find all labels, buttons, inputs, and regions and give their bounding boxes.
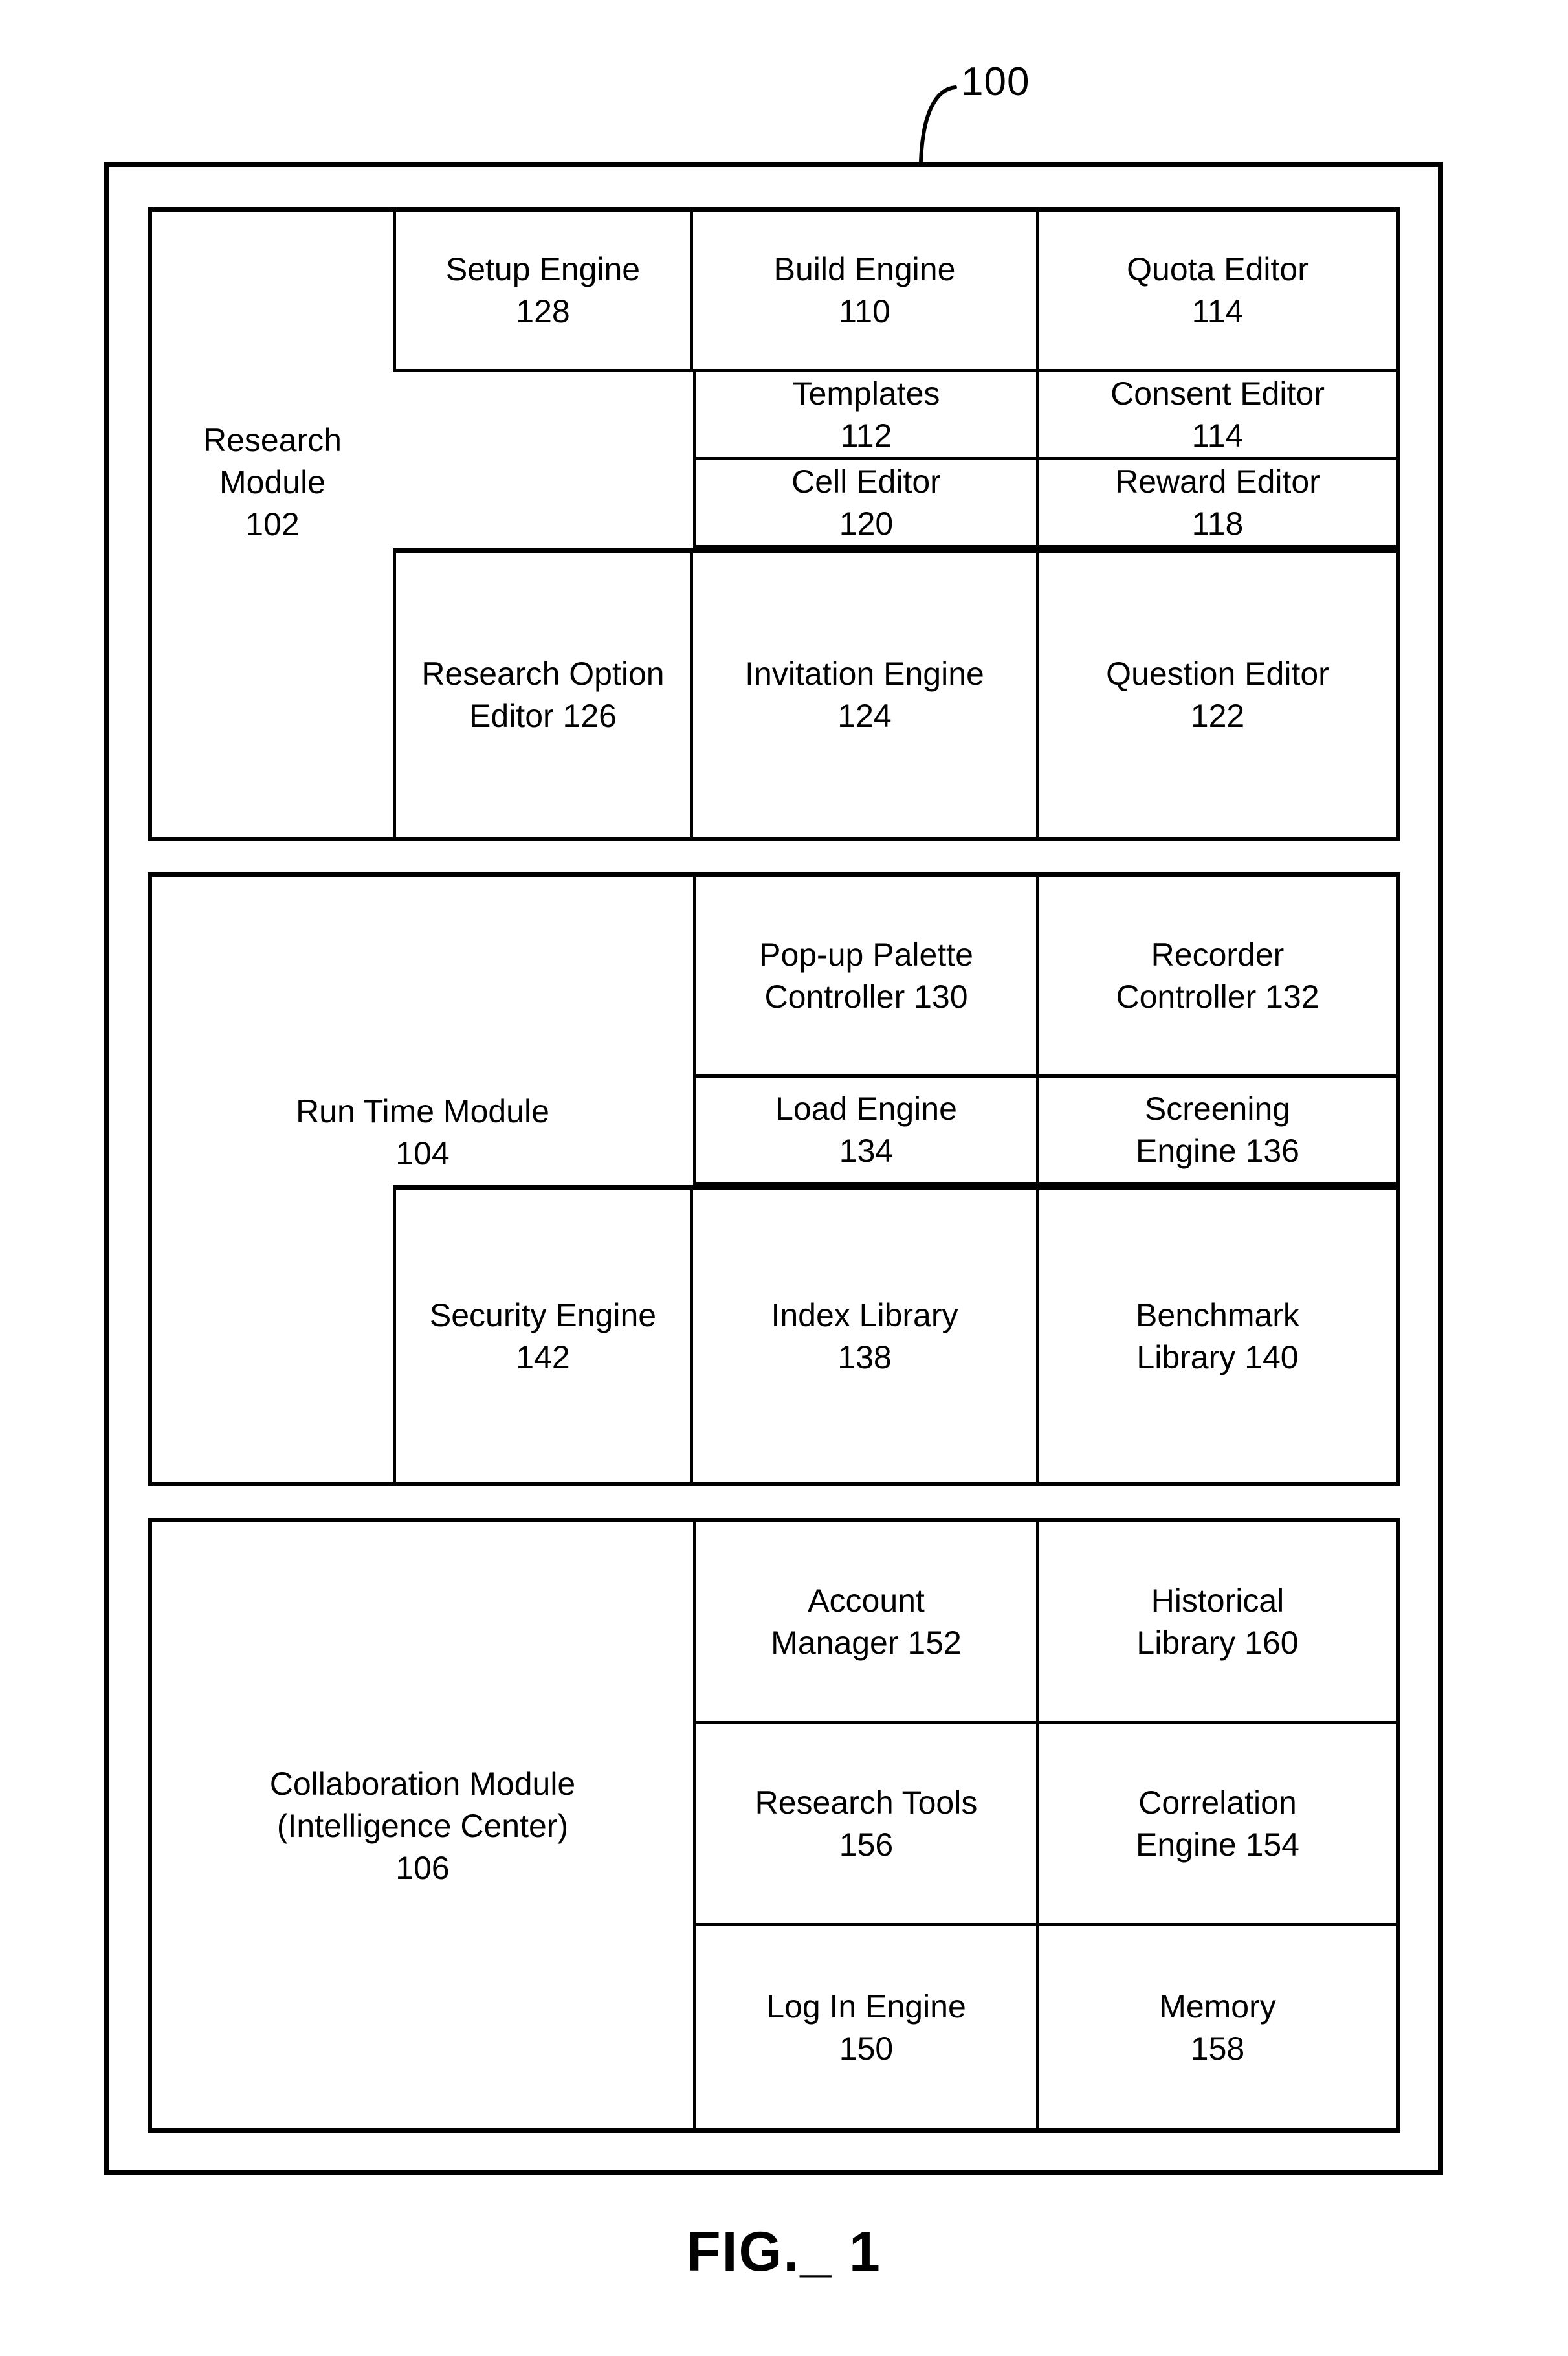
collaboration-module-block: Collaboration Module (Intelligence Cente… [148,1518,1400,2133]
cell-quota-editor[interactable]: Quota Editor 114 [1039,212,1396,372]
cell-correlation-engine[interactable]: Correlation Engine 154 [1039,1724,1396,1926]
cell-consent-editor-line1: Consent Editor [1110,375,1325,412]
cell-cell-editor[interactable]: Cell Editor 120 [693,460,1039,548]
cell-log-in-engine-line2: 150 [839,2030,894,2067]
cell-historical-library-line2: Library 160 [1136,1624,1299,1661]
cell-question-editor-line2: 122 [1190,698,1245,734]
cell-build-engine-line1: Build Engine [773,250,956,287]
cell-security-engine-line1: Security Engine [429,1297,657,1333]
cell-screening-engine-line2: Engine 136 [1135,1132,1299,1169]
collaboration-module-label: Collaboration Module (Intelligence Cente… [152,1522,693,2129]
cell-reward-editor-line2: 118 [1191,505,1244,542]
cell-historical-library-line1: Historical [1151,1582,1285,1619]
research-module-block: Research Module 102 Setup Engine 128 Bui… [148,207,1400,841]
cell-invitation-engine[interactable]: Invitation Engine 124 [693,548,1039,837]
cell-account-manager-line2: Manager 152 [771,1624,962,1661]
cell-cell-editor-line1: Cell Editor [791,463,941,500]
cell-index-library-line1: Index Library [771,1297,958,1333]
cell-research-tools-line2: 156 [839,1826,894,1863]
cell-research-tools-line1: Research Tools [755,1784,978,1821]
cell-benchmark-library[interactable]: Benchmark Library 140 [1039,1185,1396,1483]
cell-invitation-engine-line2: 124 [837,698,892,734]
research-module-label-line1: Research Module [203,421,342,500]
cell-templates[interactable]: Templates 112 [693,372,1039,460]
cell-setup-engine-line2: 128 [516,293,570,329]
cell-setup-engine[interactable]: Setup Engine 128 [393,212,693,372]
cell-quota-editor-line2: 114 [1191,293,1244,329]
cell-templates-line1: Templates [792,375,940,412]
cell-consent-editor[interactable]: Consent Editor 114 [1039,372,1396,460]
cell-load-engine-line2: 134 [839,1132,894,1169]
cell-research-option-editor-line2: Editor 126 [469,698,617,734]
figure-caption: FIG._ 1 [687,2221,881,2283]
cell-account-manager-line1: Account [808,1582,925,1619]
cell-consent-editor-line2: 114 [1191,417,1244,454]
cell-memory-line1: Memory [1159,1988,1276,2025]
cell-correlation-engine-line1: Correlation [1138,1784,1297,1821]
cell-popup-palette-controller-line2: Controller 130 [764,978,968,1015]
research-module-label-line2: 102 [245,506,300,542]
cell-build-engine-line2: 110 [839,293,890,329]
cell-log-in-engine-line1: Log In Engine [766,1988,966,2025]
cell-screening-engine-line1: Screening [1144,1090,1291,1127]
collaboration-module-label-line2: (Intelligence Center) [276,1807,569,1844]
cell-templates-line2: 112 [840,417,892,454]
run-time-module-label-line2: 104 [395,1135,450,1172]
cell-security-engine-line2: 142 [516,1339,570,1375]
cell-memory[interactable]: Memory 158 [1039,1926,1396,2129]
cell-question-editor-line1: Question Editor [1106,656,1329,692]
cell-security-engine[interactable]: Security Engine 142 [393,1185,693,1483]
cell-build-engine[interactable]: Build Engine 110 [693,212,1039,372]
cell-research-tools[interactable]: Research Tools 156 [693,1724,1039,1926]
collaboration-module-label-line1: Collaboration Module [269,1765,576,1802]
cell-reward-editor[interactable]: Reward Editor 118 [1039,460,1396,548]
cell-invitation-engine-line1: Invitation Engine [745,656,984,692]
cell-question-editor[interactable]: Question Editor 122 [1039,548,1396,837]
cell-quota-editor-line1: Quota Editor [1127,250,1309,287]
cell-load-engine-line1: Load Engine [775,1090,957,1127]
cell-recorder-controller-line1: Recorder [1151,936,1285,973]
run-time-module-block: Run Time Module 104 Pop-up Palette Contr… [148,872,1400,1486]
cell-screening-engine[interactable]: Screening Engine 136 [1039,1078,1396,1185]
cell-account-manager[interactable]: Account Manager 152 [693,1522,1039,1724]
cell-correlation-engine-line2: Engine 154 [1135,1826,1299,1863]
cell-historical-library[interactable]: Historical Library 160 [1039,1522,1396,1724]
cell-reward-editor-line1: Reward Editor [1115,463,1320,500]
collaboration-module-label-line3: 106 [395,1849,450,1886]
cell-memory-line2: 158 [1190,2030,1245,2067]
cell-recorder-controller[interactable]: Recorder Controller 132 [1039,877,1396,1078]
research-module-label: Research Module 102 [152,212,393,753]
cell-popup-palette-controller[interactable]: Pop-up Palette Controller 130 [693,877,1039,1078]
run-time-module-label-line1: Run Time Module [296,1093,549,1129]
cell-benchmark-library-line2: Library 140 [1136,1339,1299,1375]
cell-benchmark-library-line1: Benchmark [1136,1297,1299,1333]
cell-setup-engine-line1: Setup Engine [445,250,641,287]
cell-log-in-engine[interactable]: Log In Engine 150 [693,1926,1039,2129]
cell-popup-palette-controller-line1: Pop-up Palette [759,936,973,973]
cell-cell-editor-line2: 120 [839,505,894,542]
cell-research-option-editor[interactable]: Research Option Editor 126 [393,548,693,837]
cell-recorder-controller-line2: Controller 132 [1116,978,1320,1015]
cell-index-library[interactable]: Index Library 138 [693,1185,1039,1483]
cell-research-option-editor-line1: Research Option [421,656,665,692]
cell-index-library-line2: 138 [837,1339,892,1375]
cell-load-engine[interactable]: Load Engine 134 [693,1078,1039,1185]
